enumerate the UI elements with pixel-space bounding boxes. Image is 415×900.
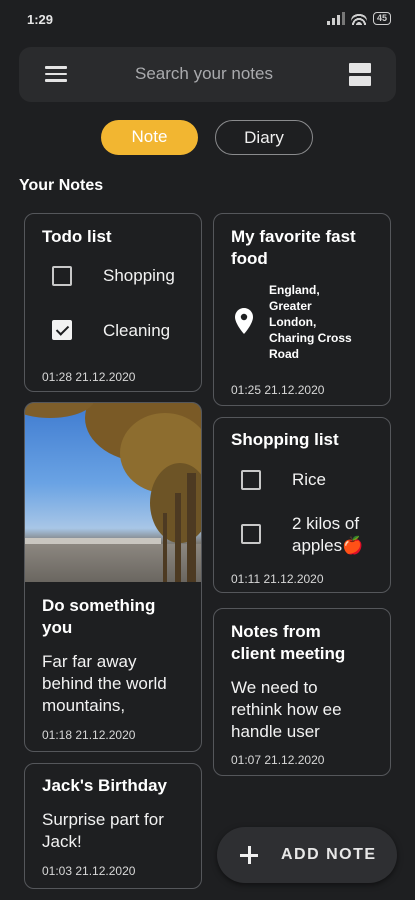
section-title: Your Notes	[19, 177, 104, 194]
location-pin-icon	[235, 308, 253, 334]
status-bar: 1:29 45	[0, 0, 415, 40]
note-date: 01:25 21.12.2020	[231, 383, 325, 397]
layout-toggle-icon[interactable]	[349, 63, 371, 86]
body-line: behind the world	[42, 674, 167, 693]
note-date: 01:03 21.12.2020	[42, 864, 136, 878]
body-line: rethink how ee	[231, 700, 342, 719]
note-date: 01:11 21.12.2020	[231, 572, 324, 586]
note-card-something[interactable]: Do something you Far far away behind the…	[24, 402, 202, 752]
checkbox-shopping[interactable]	[52, 266, 72, 286]
body-line: Jack!	[42, 832, 82, 851]
body-line: mountains,	[42, 696, 126, 715]
note-card-client[interactable]: Notes from client meeting We need to ret…	[213, 608, 391, 776]
location-line: Road	[269, 347, 299, 361]
wifi-icon	[350, 12, 367, 25]
location-text: England, Greater London, Charing Cross R…	[269, 282, 352, 362]
battery-icon: 45	[372, 12, 391, 25]
note-image	[25, 403, 201, 582]
note-card-todo[interactable]: Todo list Shopping Cleaning 01:28 21.12.…	[24, 213, 202, 392]
checkbox-apples[interactable]	[241, 524, 261, 544]
search-placeholder[interactable]: Search your notes	[135, 64, 273, 84]
item-label-shopping: Shopping	[103, 266, 175, 285]
note-date: 01:28 21.12.2020	[42, 370, 136, 384]
item-label-apples: 2 kilos of apples🍎	[292, 513, 363, 557]
item-label-cleaning: Cleaning	[103, 321, 171, 340]
search-bar[interactable]: Search your notes	[19, 47, 396, 102]
note-body: We need to rethink how ee handle user	[231, 677, 342, 743]
note-card-fastfood[interactable]: My favorite fast food England, Greater L…	[213, 213, 391, 406]
signal-icon	[326, 12, 345, 25]
menu-icon[interactable]	[45, 66, 67, 82]
note-title-line2: you	[42, 618, 73, 637]
note-title-line2: food	[231, 249, 268, 268]
note-title-line1: Do something	[42, 596, 156, 615]
add-note-button[interactable]: ADD NOTE	[217, 827, 397, 883]
body-line: handle user	[231, 722, 320, 741]
note-title-line1: My favorite fast	[231, 227, 356, 246]
note-title: Todo list	[42, 227, 112, 246]
item-label-rice: Rice	[292, 470, 327, 489]
body-line: We need to	[231, 678, 318, 697]
tab-note[interactable]: Note	[101, 120, 198, 155]
location-line: Charing Cross	[269, 331, 352, 345]
tab-diary[interactable]: Diary	[215, 120, 313, 155]
item-label-line: apples🍎	[292, 536, 364, 555]
location-line: Greater	[269, 299, 312, 313]
note-title: Jack's Birthday	[42, 776, 167, 795]
plus-icon	[239, 845, 259, 865]
note-card-birthday[interactable]: Jack's Birthday Surprise part for Jack! …	[24, 763, 202, 889]
body-line: Far far away	[42, 652, 137, 671]
add-note-label: ADD NOTE	[281, 846, 377, 863]
note-title-line1: Notes from	[231, 622, 321, 641]
location-line: England,	[269, 283, 320, 297]
note-title-line2: client meeting	[231, 644, 346, 663]
checkbox-cleaning[interactable]	[52, 320, 72, 340]
status-time: 1:29	[27, 12, 54, 27]
checkbox-rice[interactable]	[241, 470, 261, 490]
note-date: 01:18 21.12.2020	[42, 728, 136, 742]
note-card-shopping[interactable]: Shopping list Rice 2 kilos of apples🍎 01…	[213, 417, 391, 593]
body-line: Surprise part for	[42, 810, 164, 829]
note-body: Far far away behind the world mountains,	[42, 651, 167, 717]
location-line: London,	[269, 315, 317, 329]
note-body: Surprise part for Jack!	[42, 809, 164, 853]
note-date: 01:07 21.12.2020	[231, 753, 325, 767]
status-icons: 45	[326, 12, 391, 25]
item-label-line: 2 kilos of	[292, 514, 360, 533]
note-title: Shopping list	[231, 430, 339, 449]
